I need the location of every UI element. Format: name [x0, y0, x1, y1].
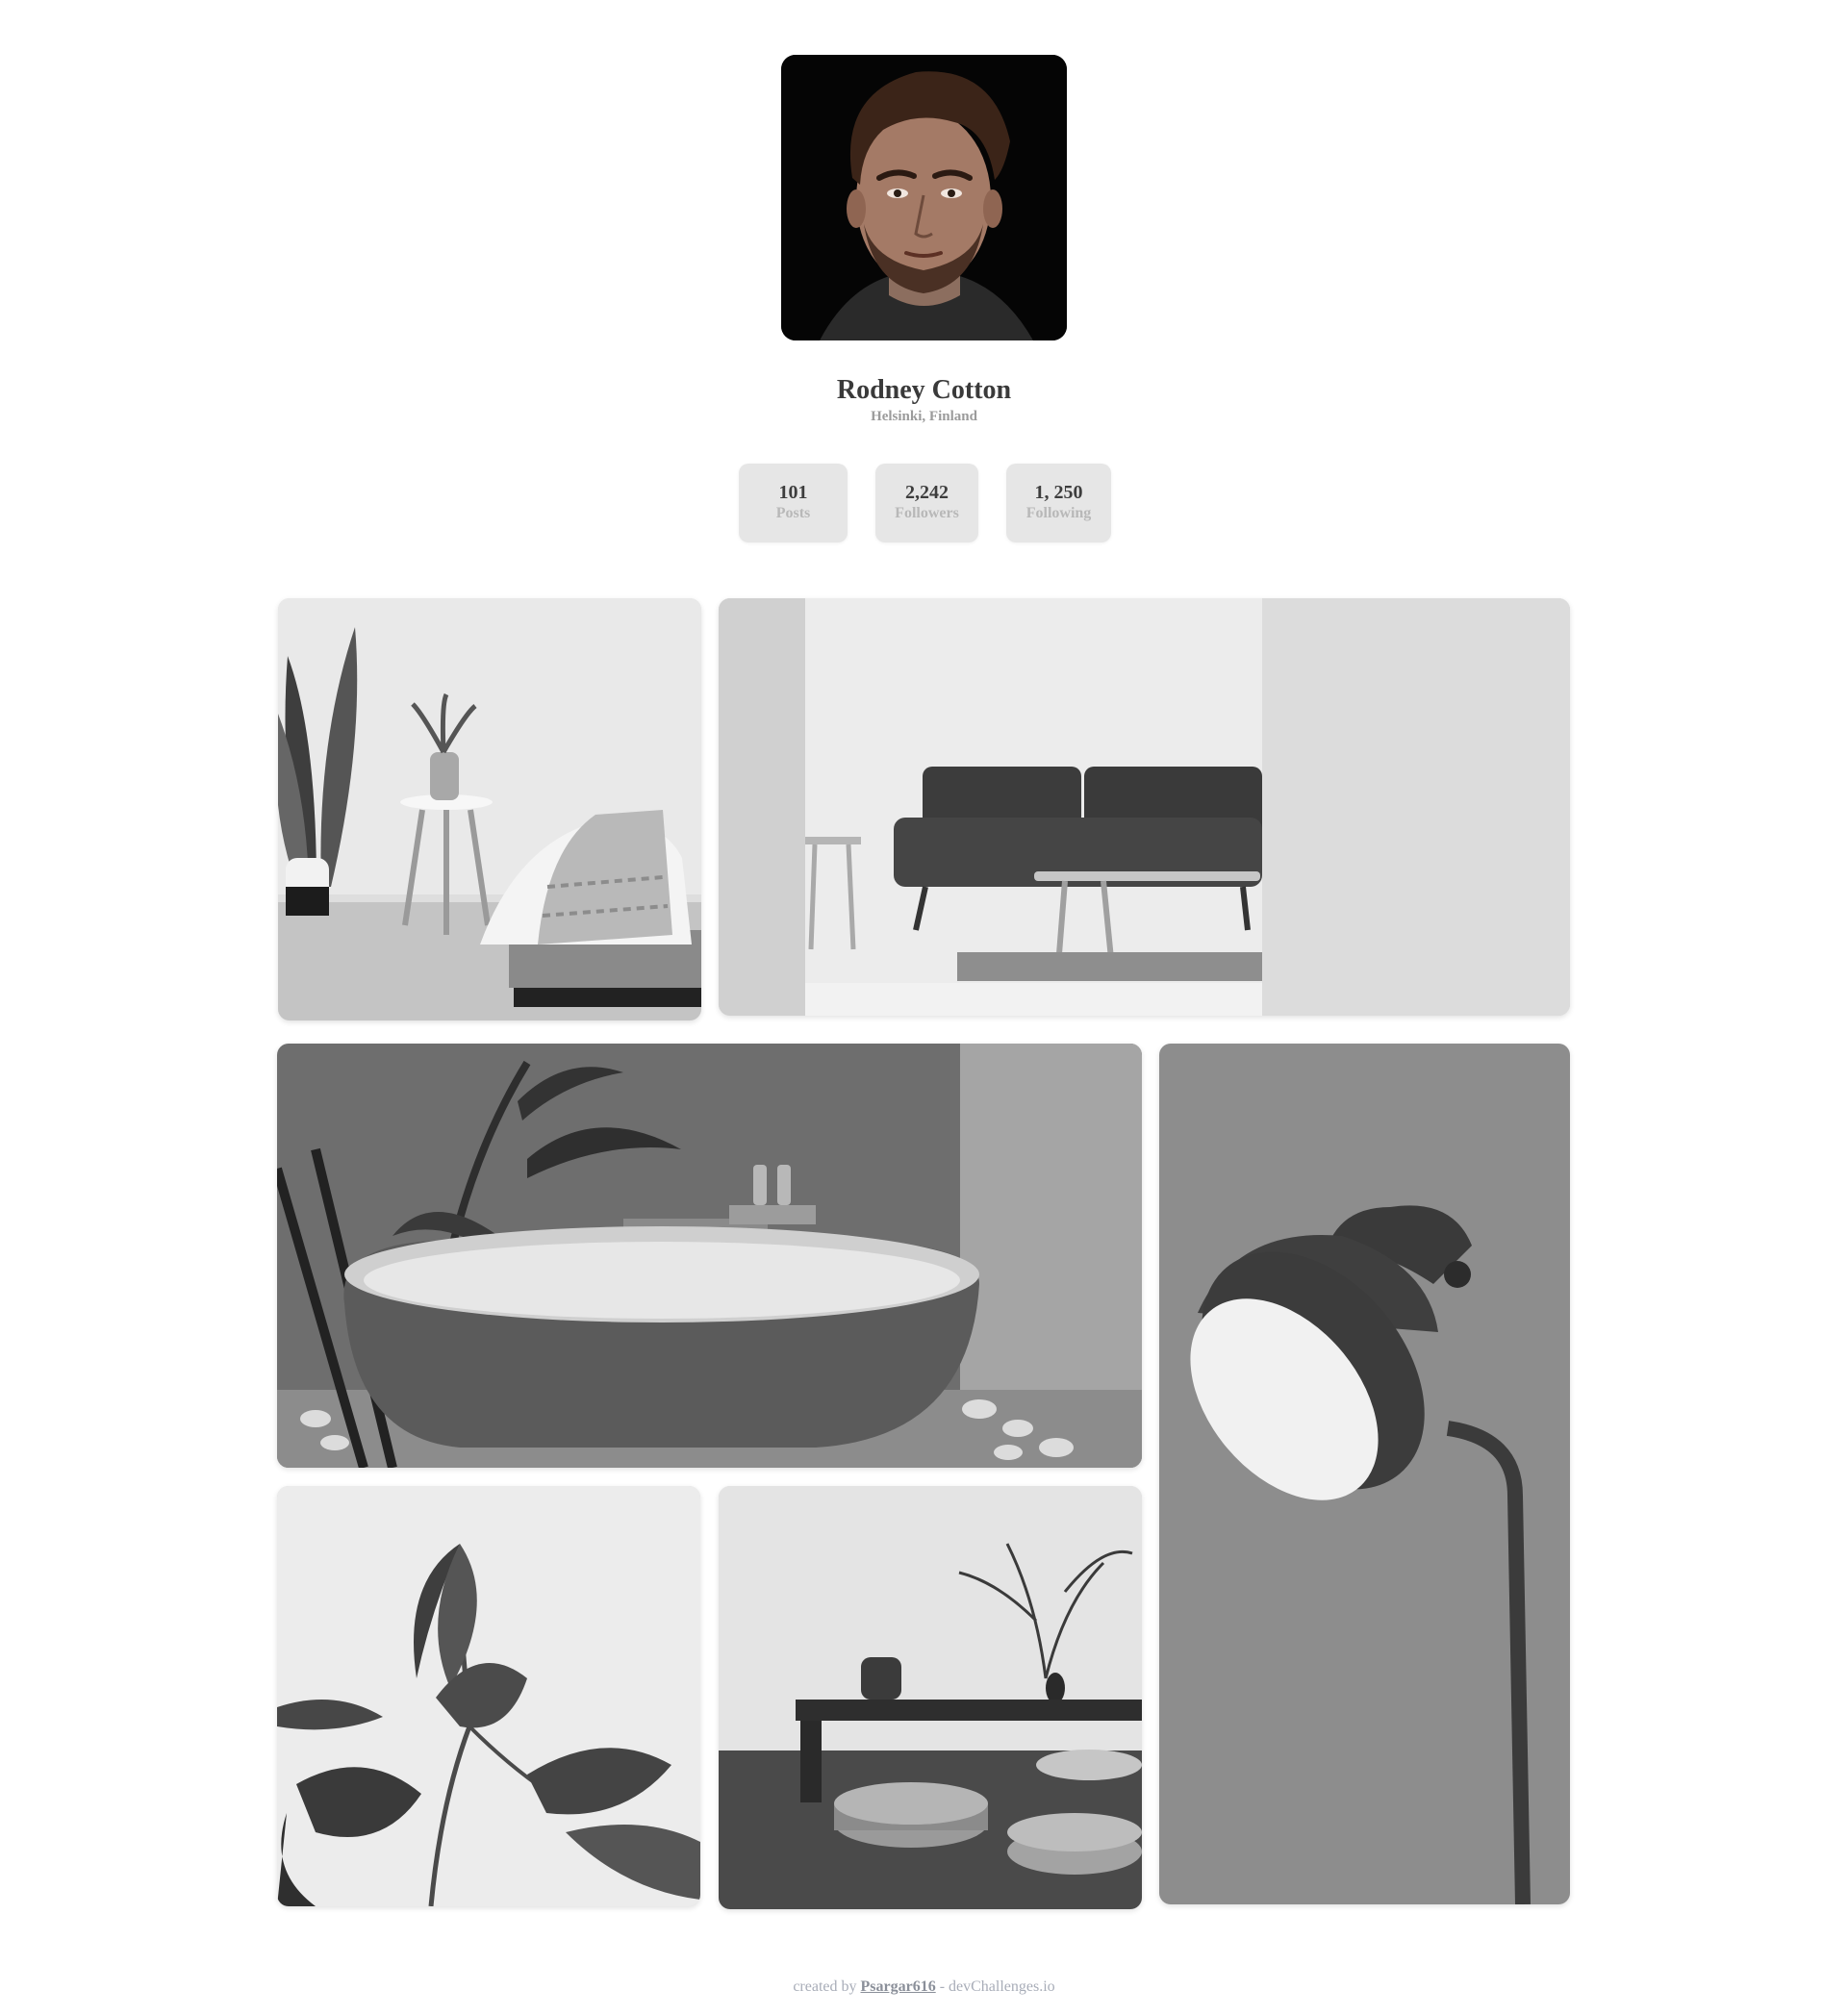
gallery-photo-bedroom[interactable] — [278, 598, 701, 1020]
profile-name: Rodney Cotton — [836, 375, 1012, 405]
gallery-photo-rubber-plant[interactable] — [277, 1486, 700, 1906]
profile-avatar — [781, 55, 1067, 340]
gallery-photo-bathtub[interactable] — [277, 1044, 1142, 1468]
stat-posts-label: Posts — [775, 505, 811, 521]
bedroom-image — [278, 598, 701, 1020]
footer-prefix: created by — [793, 1978, 857, 1995]
footer-suffix: - devChallenges.io — [939, 1978, 1055, 1995]
rubber-plant-image — [277, 1486, 700, 1906]
gallery-photo-floor-lamp[interactable] — [1159, 1044, 1570, 1904]
stat-following-label: Following — [1025, 505, 1092, 521]
footer-credit: created by Psargar616 - devChallenges.io — [0, 1977, 1848, 1997]
gallery-photo-living-room[interactable] — [719, 598, 1570, 1016]
gallery-photo-low-table[interactable] — [719, 1486, 1142, 1909]
living-room-image — [719, 598, 1570, 1016]
footer-author-link[interactable]: Psargar616 — [861, 1978, 936, 1995]
stat-posts: 101 Posts — [739, 464, 848, 542]
low-table-image — [719, 1486, 1142, 1909]
stat-following-value: 1, 250 — [1034, 482, 1083, 503]
avatar-portrait — [781, 55, 1067, 340]
stat-followers: 2,242 Followers — [875, 464, 978, 542]
bathtub-image — [277, 1044, 1142, 1468]
stat-following: 1, 250 Following — [1006, 464, 1111, 542]
profile-location: Helsinki, Finland — [871, 409, 977, 424]
stat-followers-label: Followers — [895, 505, 959, 521]
stat-posts-value: 101 — [778, 482, 808, 503]
floor-lamp-image — [1159, 1044, 1570, 1904]
stat-followers-value: 2,242 — [905, 482, 949, 503]
